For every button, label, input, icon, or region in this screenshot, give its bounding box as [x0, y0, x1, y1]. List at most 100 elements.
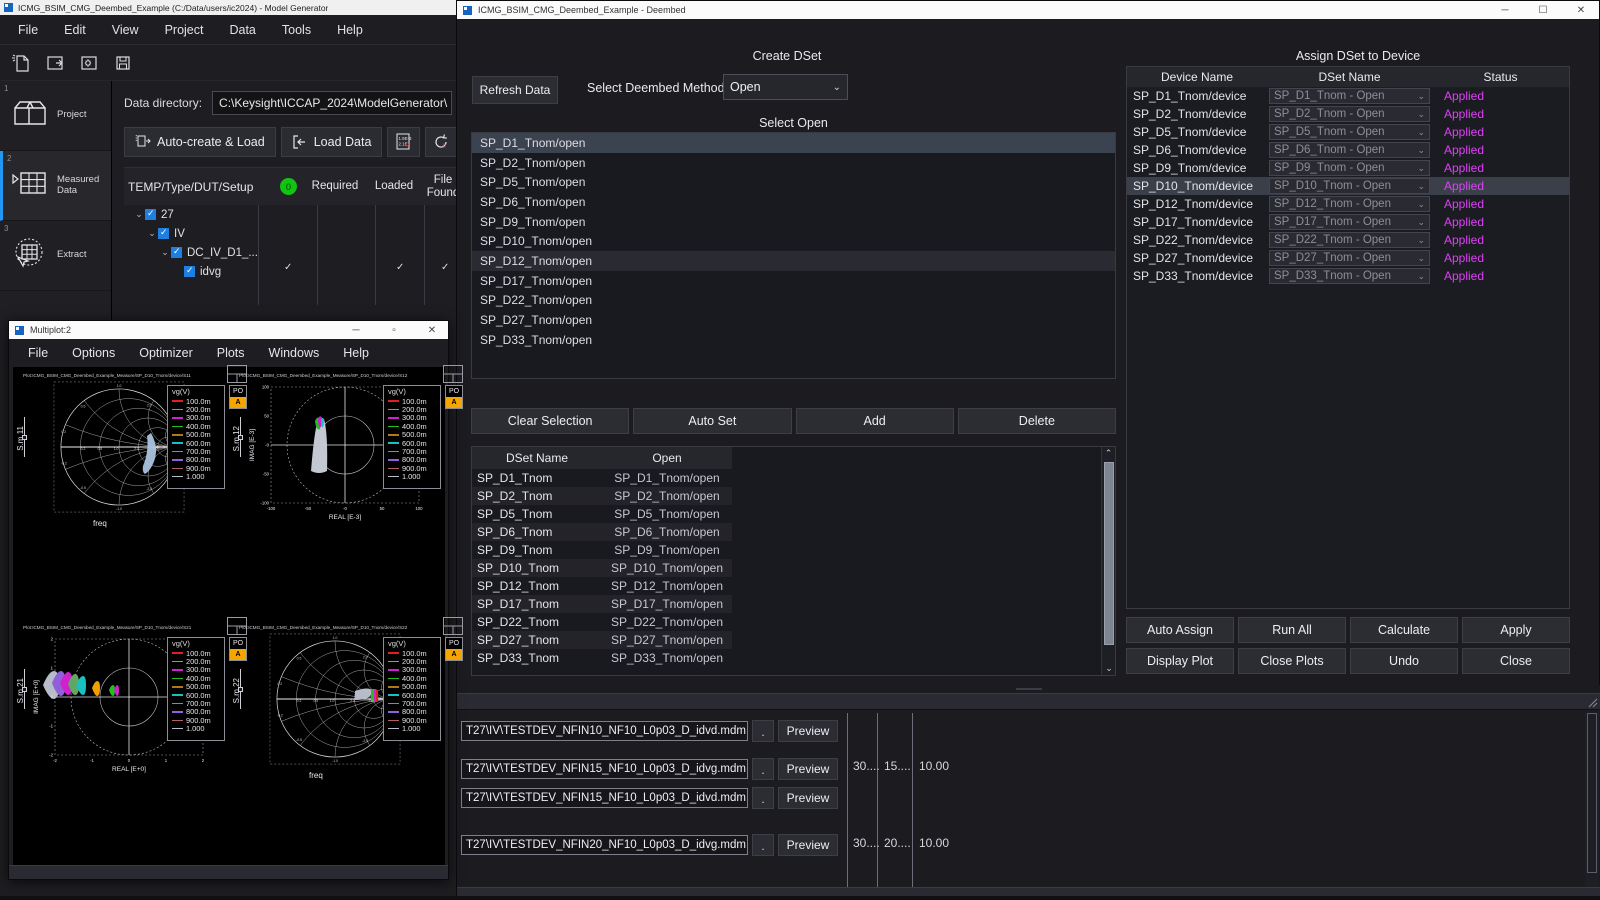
import-icon[interactable] [74, 49, 104, 77]
sidebar-item-extract[interactable]: 3 Extract [0, 221, 111, 291]
assign-table-row[interactable]: SP_D9_Tnom/deviceSP_D9_Tnom - Open⌄Appli… [1127, 159, 1569, 177]
plot-panel[interactable]: Plot:ICMG_BSIM_CMG_Deembed_Example_Measu… [231, 371, 445, 621]
dset-name-select[interactable]: SP_D5_Tnom - Open⌄ [1269, 124, 1430, 140]
menu-tools[interactable]: Tools [270, 18, 323, 42]
dset-name-select-cell[interactable]: SP_D9_Tnom - Open⌄ [1267, 160, 1432, 176]
close-button[interactable]: ✕ [1565, 1, 1597, 19]
calculate-button[interactable]: Calculate [1350, 617, 1458, 643]
assign-table-row[interactable]: SP_D22_Tnom/deviceSP_D22_Tnom - Open⌄App… [1127, 231, 1569, 249]
po-active-button[interactable]: A [446, 649, 462, 660]
menu-optimizer[interactable]: Optimizer [128, 342, 203, 364]
horizontal-splitter[interactable] [457, 685, 1600, 693]
parameter-slider-knob[interactable] [22, 435, 27, 440]
dset-name-select-cell[interactable]: SP_D17_Tnom - Open⌄ [1267, 214, 1432, 230]
run-all-button[interactable]: Run All [1238, 617, 1346, 643]
menu-data[interactable]: Data [217, 18, 267, 42]
open-list-item[interactable]: SP_D2_Tnom/open [472, 153, 1115, 173]
menu-project[interactable]: Project [153, 18, 216, 42]
plot-panel[interactable]: Plot:ICMG_BSIM_CMG_Deembed_Example_Measu… [15, 371, 229, 621]
dset-name-select-cell[interactable]: SP_D33_Tnom - Open⌄ [1267, 268, 1432, 284]
preview-button[interactable]: Preview [778, 787, 838, 809]
dset-table-row[interactable]: SP_D2_TnomSP_D2_Tnom/open [472, 487, 732, 505]
open-list-item[interactable]: SP_D22_Tnom/open [472, 291, 1115, 311]
checkbox[interactable] [145, 209, 156, 220]
open-list-item[interactable]: SP_D5_Tnom/open [472, 172, 1115, 192]
auto-create-load-button[interactable]: Auto-create & Load [124, 127, 276, 157]
checkbox[interactable] [171, 247, 182, 258]
scrollbar-thumb[interactable] [1104, 462, 1114, 645]
chevron-down-icon[interactable]: ⌄ [146, 228, 158, 239]
sidebar-item-measured-data[interactable]: 2 Measured Data [0, 151, 111, 221]
dset-table-row[interactable]: SP_D9_TnomSP_D9_Tnom/open [472, 541, 732, 559]
auto-set-button[interactable]: Auto Set [633, 408, 791, 434]
maximize-button[interactable]: ▫ [378, 321, 410, 339]
dset-table-row[interactable]: SP_D22_TnomSP_D22_Tnom/open [472, 613, 732, 631]
add-button[interactable]: Add [796, 408, 954, 434]
bottom-scrollbar[interactable] [1585, 713, 1599, 889]
scroll-up-icon[interactable]: ⌃ [1102, 447, 1115, 460]
dset-name-select-cell[interactable]: SP_D27_Tnom - Open⌄ [1267, 250, 1432, 266]
dset-name-select[interactable]: SP_D2_Tnom - Open⌄ [1269, 106, 1430, 122]
parameter-slider-knob[interactable] [238, 435, 243, 440]
dset-table-row[interactable]: SP_D17_TnomSP_D17_Tnom/open [472, 595, 732, 613]
tree-row[interactable]: ⌄ 27 [124, 205, 465, 224]
plot-layout-icon[interactable] [443, 365, 463, 383]
parameter-slider-knob[interactable] [22, 687, 27, 692]
plot-layout-icon[interactable] [443, 617, 463, 635]
load-data-button[interactable]: Load Data [281, 127, 383, 157]
numeric-format-button[interactable]: 1.9E-32.1E0 [387, 127, 420, 157]
file-path-input[interactable]: T27\IV\TESTDEV_NFIN20_NF10_L0p03_D_idvg.… [461, 835, 748, 855]
auto-assign-button[interactable]: Auto Assign [1126, 617, 1234, 643]
po-active-button[interactable]: A [446, 397, 462, 408]
dset-name-select[interactable]: SP_D33_Tnom - Open⌄ [1269, 268, 1430, 284]
sidebar-item-project[interactable]: 1 Project [0, 81, 111, 151]
undo-button[interactable]: Undo [1350, 648, 1458, 674]
assign-table-row[interactable]: SP_D12_Tnom/deviceSP_D12_Tnom - Open⌄App… [1127, 195, 1569, 213]
parameter-slider-knob[interactable] [238, 687, 243, 692]
maximize-button[interactable]: ☐ [1527, 1, 1559, 19]
new-project-icon[interactable] [6, 49, 36, 77]
assign-table-row[interactable]: SP_D10_Tnom/deviceSP_D10_Tnom - Open⌄App… [1127, 177, 1569, 195]
dset-name-select[interactable]: SP_D22_Tnom - Open⌄ [1269, 232, 1430, 248]
refresh-data-button[interactable]: Refresh Data [472, 76, 558, 104]
file-path-input[interactable]: T27\IV\TESTDEV_NFIN15_NF10_L0p03_D_idvg.… [461, 759, 748, 779]
chevron-down-icon[interactable]: ⌄ [133, 209, 145, 220]
deembed-method-select[interactable]: Open ⌄ [723, 74, 848, 100]
dset-name-select-cell[interactable]: SP_D5_Tnom - Open⌄ [1267, 124, 1432, 140]
dset-table-row[interactable]: SP_D33_TnomSP_D33_Tnom/open [472, 649, 732, 667]
browse-button[interactable]: . [752, 787, 774, 809]
scroll-down-icon[interactable]: ⌄ [1102, 662, 1116, 675]
plot-panel[interactable]: Plot:ICMG_BSIM_CMG_Deembed_Example_Measu… [231, 623, 445, 873]
menu-plots[interactable]: Plots [206, 342, 256, 364]
select-open-listbox[interactable]: SP_D1_Tnom/openSP_D2_Tnom/openSP_D5_Tnom… [471, 132, 1116, 379]
dset-name-select-cell[interactable]: SP_D22_Tnom - Open⌄ [1267, 232, 1432, 248]
resize-grip[interactable] [1588, 695, 1598, 705]
dset-name-select[interactable]: SP_D12_Tnom - Open⌄ [1269, 196, 1430, 212]
apply-button[interactable]: Apply [1462, 617, 1570, 643]
close-dialog-button[interactable]: Close [1462, 648, 1570, 674]
dset-name-select[interactable]: SP_D9_Tnom - Open⌄ [1269, 160, 1430, 176]
minimize-button[interactable]: ─ [340, 321, 372, 339]
preview-button[interactable]: Preview [778, 720, 838, 742]
tree-row[interactable]: ⌄ IV [124, 224, 465, 243]
assign-table-row[interactable]: SP_D2_Tnom/deviceSP_D2_Tnom - Open⌄Appli… [1127, 105, 1569, 123]
open-list-item[interactable]: SP_D33_Tnom/open [472, 330, 1115, 350]
dset-name-select[interactable]: SP_D10_Tnom - Open⌄ [1269, 178, 1430, 194]
open-list-item[interactable]: SP_D1_Tnom/open [472, 133, 1115, 153]
menu-file[interactable]: File [17, 342, 59, 364]
dset-name-select-cell[interactable]: SP_D2_Tnom - Open⌄ [1267, 106, 1432, 122]
dset-table-row[interactable]: SP_D5_TnomSP_D5_Tnom/open [472, 505, 732, 523]
dset-name-select-cell[interactable]: SP_D1_Tnom - Open⌄ [1267, 88, 1432, 104]
tree-row[interactable]: ⌄ DC_IV_D1_... [124, 243, 465, 262]
data-directory-input[interactable]: C:\Keysight\ICCAP_2024\ModelGenerator\ [212, 91, 452, 115]
open-list-item[interactable]: SP_D9_Tnom/open [472, 212, 1115, 232]
menu-options[interactable]: Options [61, 342, 126, 364]
assign-table-row[interactable]: SP_D17_Tnom/deviceSP_D17_Tnom - Open⌄App… [1127, 213, 1569, 231]
file-path-input[interactable]: T27\IV\TESTDEV_NFIN15_NF10_L0p03_D_idvd.… [461, 788, 748, 808]
checkbox[interactable] [158, 228, 169, 239]
browse-button[interactable]: . [752, 834, 774, 856]
dset-table-row[interactable]: SP_D27_TnomSP_D27_Tnom/open [472, 631, 732, 649]
open-list-item[interactable]: SP_D17_Tnom/open [472, 271, 1115, 291]
menu-help[interactable]: Help [332, 342, 380, 364]
reset-button[interactable]: 0 [425, 127, 458, 157]
